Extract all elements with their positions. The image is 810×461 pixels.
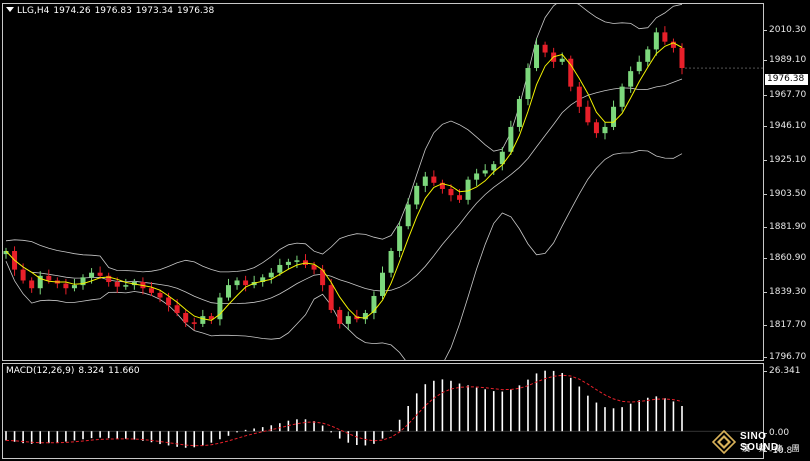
- price-tick: 1946.10: [763, 121, 807, 131]
- chart-header: LLG,H4 1974.26 1976.83 1973.34 1976.38: [6, 6, 218, 16]
- current-price-marker: 1976.38: [765, 74, 808, 85]
- candle-body: [611, 106, 617, 127]
- candle-body: [29, 280, 35, 289]
- candle-body: [166, 297, 172, 306]
- candle-body: [491, 164, 497, 171]
- candle-body: [508, 126, 514, 152]
- macd-tick: 26.341: [764, 366, 801, 376]
- macd-value: 8.324: [78, 366, 105, 376]
- candle-body: [388, 251, 394, 273]
- candle-body: [474, 173, 480, 180]
- price-tick: 1925.10: [763, 155, 807, 165]
- candle-body: [525, 68, 531, 100]
- price-tick: 1839.30: [763, 287, 807, 297]
- candle-body: [516, 99, 522, 127]
- candle-body: [645, 49, 651, 62]
- macd-signal-value: 11.660: [108, 366, 140, 376]
- candle-body: [225, 285, 231, 298]
- trading-terminal: LLG,H4 1974.26 1976.83 1973.34 1976.38 MACD(…: [0, 0, 810, 461]
- candle-body: [534, 44, 540, 69]
- sino-sound-logo: SINO SOUND 漢 聲 集 團: [712, 428, 808, 458]
- candle-body: [619, 86, 625, 107]
- macd-label: MACD(12,26,9): [6, 366, 75, 376]
- candle-body: [380, 272, 386, 296]
- candle-body: [653, 32, 659, 50]
- candle-body: [345, 316, 351, 324]
- candle-body: [414, 185, 420, 205]
- candle-body: [148, 288, 154, 293]
- candle-body: [277, 264, 283, 273]
- candle-body: [337, 309, 343, 324]
- close-value: 1976.38: [177, 6, 215, 16]
- candle-body: [559, 58, 565, 62]
- logo-subtitle: 漢 聲 集 團: [742, 444, 803, 453]
- candle-body: [157, 292, 163, 298]
- price-tick: 1817.70: [763, 320, 807, 330]
- candle-body: [71, 285, 77, 289]
- price-tick: 1796.70: [763, 352, 807, 362]
- candle-body: [63, 283, 69, 289]
- candle-body: [268, 272, 274, 278]
- candle-body: [628, 71, 634, 87]
- candle-body: [482, 170, 488, 174]
- chart-menu-triangle-icon[interactable]: [6, 7, 14, 12]
- candle-body: [448, 188, 454, 196]
- candle-body: [431, 176, 437, 183]
- price-tick: 1903.50: [763, 189, 807, 199]
- bollinger-upper-band: [5, 4, 683, 273]
- candle-body: [97, 272, 103, 276]
- candle-body: [200, 316, 206, 324]
- candle-body: [585, 106, 591, 123]
- low-value: 1973.34: [135, 6, 174, 16]
- candle-body: [405, 204, 411, 227]
- price-tick: 1881.90: [763, 222, 807, 232]
- bollinger-lower-band: [5, 150, 683, 360]
- candle-body: [662, 32, 668, 42]
- candle-body: [457, 195, 463, 200]
- price-axis[interactable]: 2010.30 1989.10 1967.70 1946.10 1925.10 …: [763, 3, 810, 362]
- candle-body: [46, 275, 52, 281]
- price-tick: 1860.90: [763, 253, 807, 263]
- candle-body: [285, 261, 291, 265]
- candle-body: [422, 176, 428, 186]
- logo-diamond-icon: [712, 430, 736, 454]
- price-tick: 1967.70: [763, 90, 807, 100]
- candle-body: [174, 305, 180, 314]
- price-tick: 1989.10: [763, 55, 807, 65]
- macd-signal-line: [5, 374, 683, 447]
- candle-body: [20, 269, 26, 281]
- candle-body: [89, 272, 95, 278]
- candle-body: [294, 260, 300, 262]
- candle-body: [123, 285, 129, 287]
- candle-body: [397, 226, 403, 252]
- candle-body: [542, 44, 548, 53]
- candle-body: [183, 313, 189, 323]
- high-value: 1976.83: [94, 6, 132, 16]
- symbol-label: LLG,H4: [17, 6, 50, 16]
- price-tick: 2010.30: [763, 25, 807, 35]
- candle-body: [602, 126, 608, 134]
- open-value: 1974.26: [53, 6, 91, 16]
- candle-body: [243, 280, 249, 286]
- candle-body: [636, 61, 642, 72]
- chart-canvas: [3, 4, 764, 448]
- macd-header: MACD(12,26,9) 8.324 11.660: [6, 366, 144, 376]
- candle-body: [593, 122, 599, 134]
- candle-body: [114, 282, 120, 287]
- candle-body: [191, 322, 197, 324]
- candle-body: [328, 285, 334, 310]
- candle-body: [576, 86, 582, 107]
- candle-body: [234, 280, 240, 286]
- candle-body: [679, 47, 685, 69]
